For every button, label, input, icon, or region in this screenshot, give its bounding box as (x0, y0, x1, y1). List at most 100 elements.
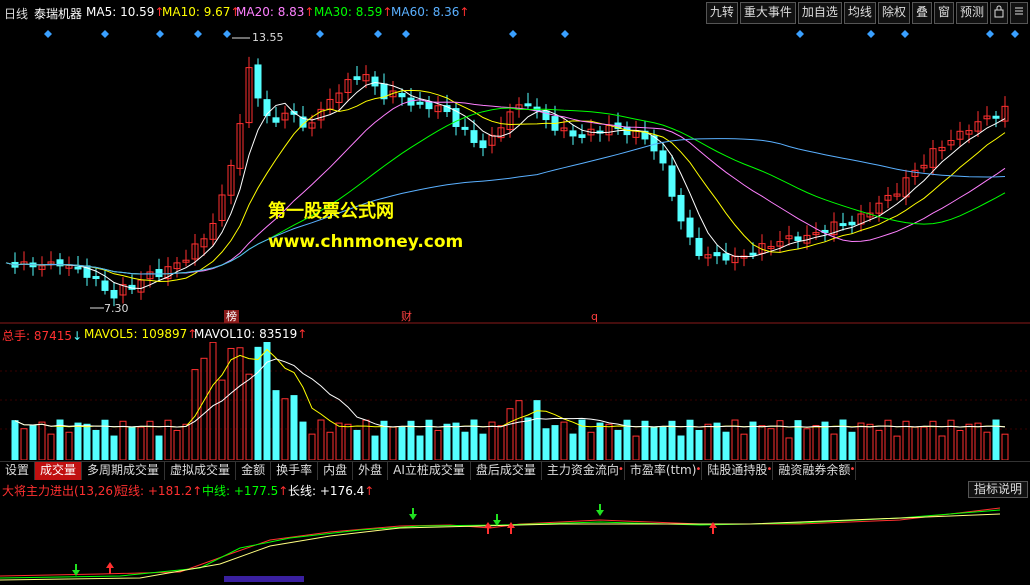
indicator-name: 大将主力进出(13,26) (2, 484, 118, 498)
tab-dot-icon: • (695, 464, 702, 475)
ma30-readout: MA30: 8.59↑ (314, 5, 393, 19)
volume-bar (263, 329, 271, 461)
period-label[interactable]: 日线 (4, 5, 28, 22)
toolbar: 九转 重大事件 加自选 均线 除权 叠 窗 预测 (704, 2, 1028, 24)
tab-0[interactable]: 设置 (0, 462, 36, 480)
volume-bar (452, 422, 460, 461)
add-watchlist-button[interactable]: 加自选 (797, 2, 842, 24)
volume-bar (587, 431, 595, 461)
volume-bar (767, 428, 775, 461)
window-button[interactable]: 窗 (933, 2, 954, 24)
volume-bar (236, 347, 244, 461)
event-marker-icon[interactable] (867, 30, 875, 38)
volume-bar (299, 421, 307, 461)
tab-11[interactable]: 市盈率(ttm) • (625, 462, 703, 480)
candlestick-chart[interactable] (0, 26, 1030, 324)
volume-bar (740, 433, 748, 461)
candle-body (425, 101, 433, 110)
chart-header: 日线 泰瑞机器 MA5: 10.59↑ MA10: 9.67↑ MA20: 8.… (0, 0, 1030, 26)
candle-body (668, 165, 676, 197)
volume-bar (83, 423, 91, 461)
jiuzhuan-button[interactable]: 九转 (705, 2, 738, 24)
price-panel[interactable] (0, 26, 1030, 324)
event-marker-icon[interactable] (101, 30, 109, 38)
event-marker-icon[interactable] (316, 30, 324, 38)
indicator-help-button[interactable]: 指标说明 (967, 481, 1028, 498)
tab-4[interactable]: 金额 (236, 462, 272, 480)
tab-12[interactable]: 陆股通持股 • (702, 462, 774, 480)
tab-3[interactable]: 虚拟成交量 (165, 462, 237, 480)
rank-tag[interactable]: 榜 (224, 310, 239, 323)
sell-signal-arrow-icon (493, 514, 501, 526)
event-marker-icon[interactable] (1011, 30, 1019, 38)
volume-bar (614, 429, 622, 461)
event-marker-icon[interactable] (194, 30, 202, 38)
candle-body (659, 150, 667, 164)
event-marker-icon[interactable] (901, 30, 909, 38)
ma10-readout: MA10: 9.67↑ (162, 5, 241, 19)
volume-bar (65, 431, 73, 461)
forecast-button[interactable]: 预测 (955, 2, 988, 24)
indicator-chart[interactable] (0, 498, 1030, 582)
volume-bar (632, 435, 640, 461)
short-line (0, 507, 1001, 577)
major-events-button[interactable]: 重大事件 (739, 2, 796, 24)
low-price-label: 7.30 (104, 302, 129, 315)
candle-body (524, 103, 532, 107)
event-marker-icon[interactable] (156, 30, 164, 38)
volume-bar (749, 421, 757, 461)
ex-rights-button[interactable]: 除权 (877, 2, 910, 24)
mavol10-readout: MAVOL10: 83519↑ (194, 327, 308, 341)
volume-bar (542, 428, 550, 461)
tab-9[interactable]: 盘后成交量 (471, 462, 542, 480)
volume-bar (389, 426, 397, 461)
volume-bar (200, 357, 208, 461)
tab-dot-icon: • (849, 464, 856, 475)
event-marker-icon[interactable] (509, 30, 517, 38)
tab-dot-icon: • (618, 464, 624, 475)
tab-6[interactable]: 内盘 (318, 462, 354, 480)
volume-bar (965, 423, 973, 461)
tab-5[interactable]: 换手率 (271, 462, 319, 480)
volume-bar (29, 425, 37, 461)
tab-10[interactable]: 主力资金流向 • (542, 462, 625, 480)
ma5-line (5, 81, 1006, 290)
volume-bar (38, 421, 46, 461)
event-marker-icon[interactable] (986, 30, 994, 38)
tab-1[interactable]: 成交量 (35, 462, 83, 480)
ma-button[interactable]: 均线 (843, 2, 876, 24)
event-marker-icon[interactable] (796, 30, 804, 38)
ma30-line (5, 107, 1006, 275)
finance-tag[interactable]: 财 (399, 310, 414, 323)
q-tag[interactable]: q (589, 310, 600, 323)
overlay-button[interactable]: 叠 (911, 2, 932, 24)
high-price-label: 13.55 (252, 31, 284, 44)
candle-body (677, 194, 685, 222)
event-marker-icon[interactable] (374, 30, 382, 38)
volume-bar (515, 400, 523, 461)
tab-13[interactable]: 融资融券余额 • (773, 462, 857, 480)
buy-signal-arrow-icon (484, 522, 492, 534)
tab-2[interactable]: 多周期成交量 (82, 462, 166, 480)
ma60-readout: MA60: 8.36↑ (391, 5, 470, 19)
lock-icon[interactable] (990, 2, 1008, 24)
event-marker-icon[interactable] (223, 30, 231, 38)
volume-bar (695, 429, 703, 461)
tab-7[interactable]: 外盘 (353, 462, 389, 480)
volume-bar (848, 431, 856, 461)
indicator-tabs: 设置 成交量 多周期成交量 虚拟成交量 金额 换手率 内盘 外盘 AI立桩成交量 盘后成交量 主力资… (0, 461, 1030, 480)
scroll-indicator[interactable] (224, 576, 304, 582)
menu-icon[interactable] (1010, 2, 1028, 24)
volume-bar (110, 435, 118, 461)
volume-panel[interactable] (0, 329, 1030, 461)
candle-body (722, 253, 730, 261)
event-marker-icon[interactable] (44, 30, 52, 38)
tab-8[interactable]: AI立桩成交量 (388, 462, 471, 480)
event-marker-icon[interactable] (402, 30, 410, 38)
candle-body (686, 217, 694, 238)
long-line (0, 513, 1001, 581)
indicator-panel[interactable] (0, 498, 1030, 582)
volume-chart[interactable] (0, 329, 1030, 461)
volume-bar (92, 429, 100, 461)
event-marker-icon[interactable] (561, 30, 569, 38)
